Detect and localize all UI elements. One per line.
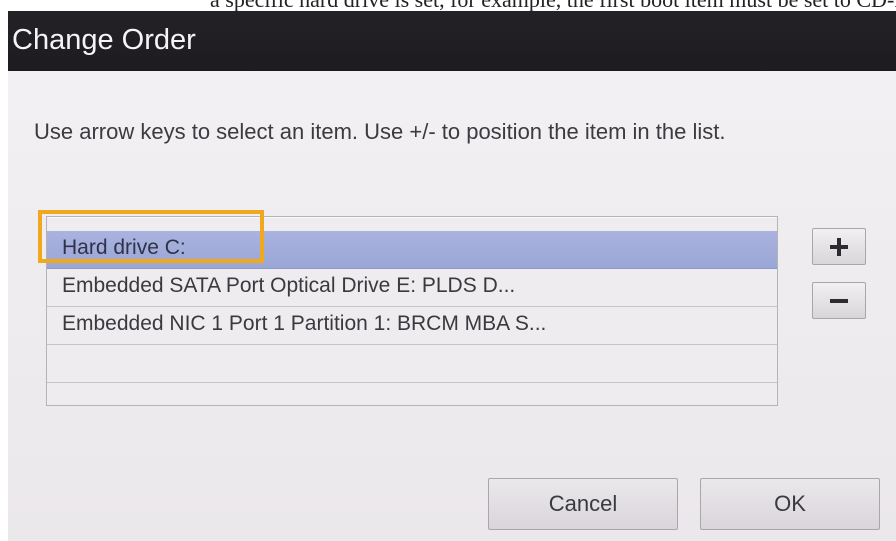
cancel-button[interactable]: Cancel [488,478,678,530]
dialog-title: Change Order [12,24,196,56]
list-item-optical-drive[interactable]: Embedded SATA Port Optical Drive E: PLDS… [47,269,777,307]
move-down-button[interactable] [812,282,866,319]
ok-button[interactable]: OK [700,478,880,530]
list-item-nic[interactable]: Embedded NIC 1 Port 1 Partition 1: BRCM … [47,307,777,345]
move-up-button[interactable] [812,228,866,265]
list-item-hard-drive[interactable]: Hard drive C: [47,231,777,269]
boot-order-list[interactable]: Hard drive C: Embedded SATA Port Optical… [46,216,778,406]
dialog-titlebar: Change Order [8,11,896,71]
minus-icon [830,298,848,303]
change-order-dialog: Change Order Use arrow keys to select an… [8,11,896,541]
list-item-label: Embedded NIC 1 Port 1 Partition 1: BRCM … [62,312,547,335]
instruction-text: Use arrow keys to select an item. Use +/… [34,119,726,144]
list-item-label: Hard drive C: [62,236,186,259]
list-item-empty[interactable] [47,345,777,383]
plus-icon [830,237,848,256]
list-item-label: Embedded SATA Port Optical Drive E: PLDS… [62,274,516,297]
